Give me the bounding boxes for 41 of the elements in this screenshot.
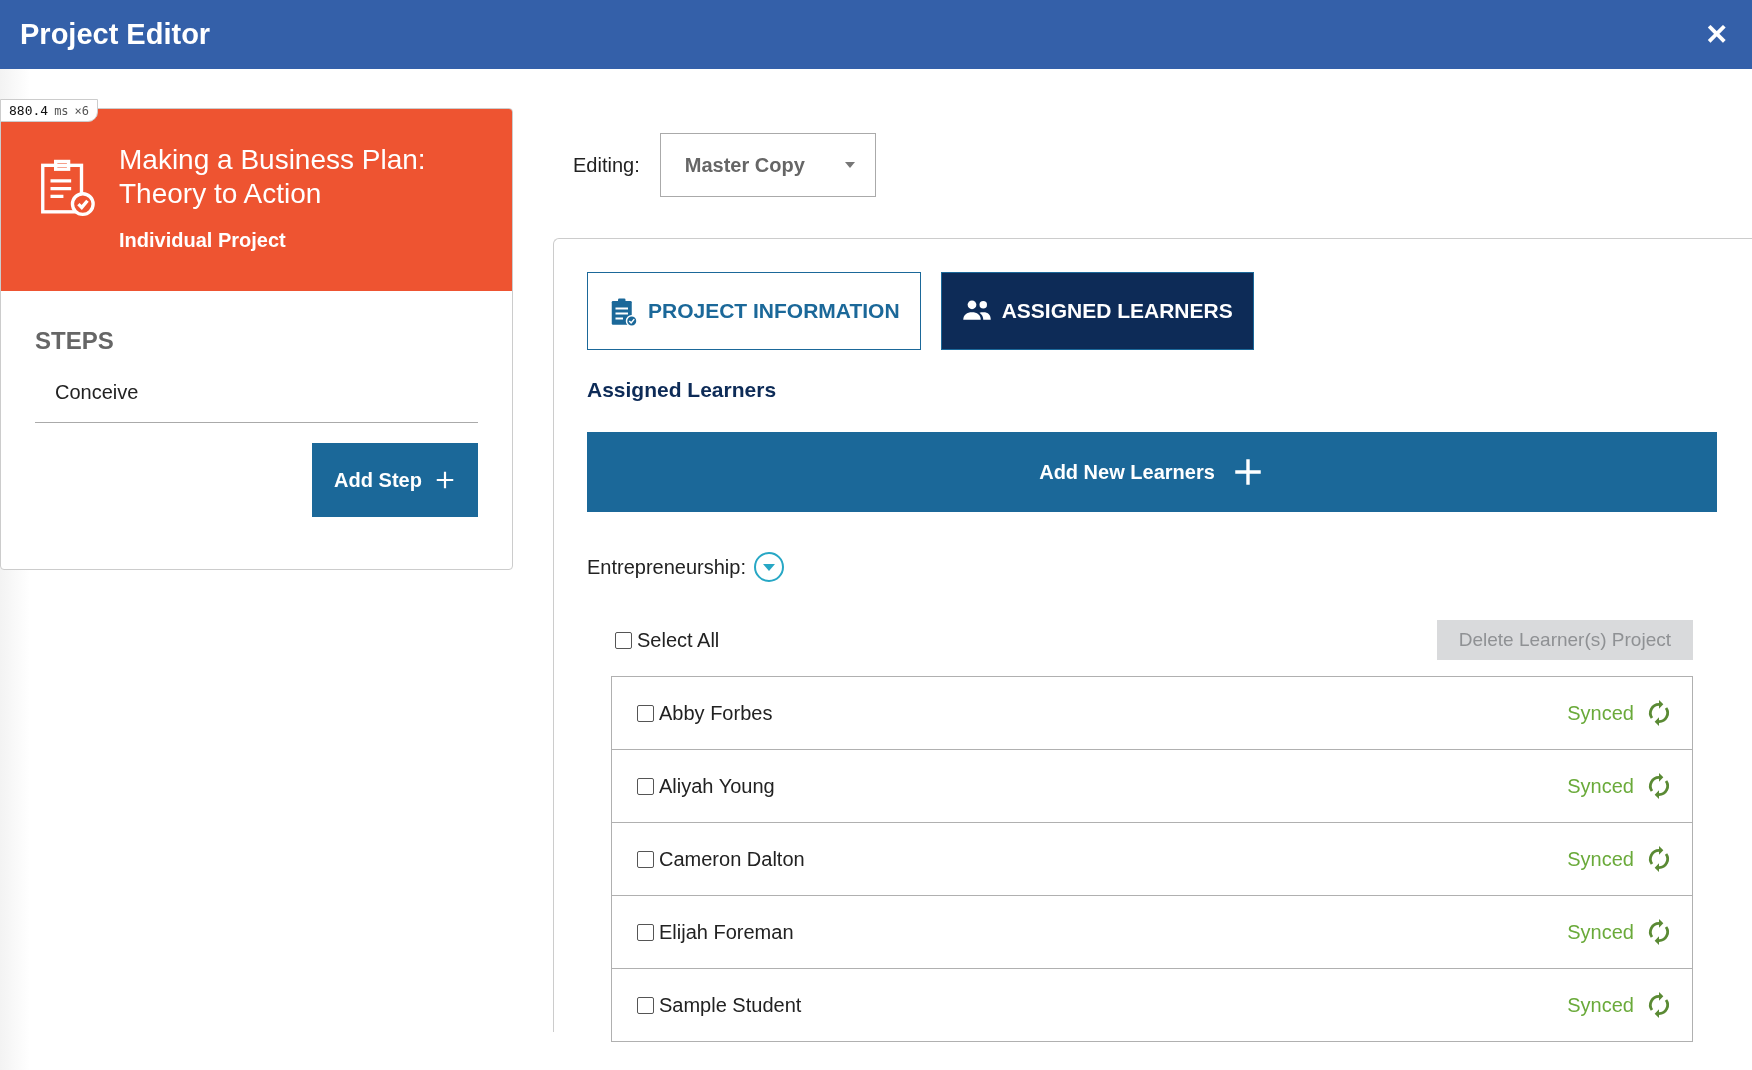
checkbox[interactable] (637, 850, 654, 868)
version-dropdown[interactable]: Master Copy (659, 133, 876, 197)
editing-label: Editing: (573, 153, 640, 177)
steps-heading: STEPS (35, 327, 115, 355)
select-all-label[interactable]: Select All (637, 628, 720, 652)
window-title: Project Editor (20, 18, 211, 51)
add-learners-button[interactable]: Add New Learners (587, 432, 1717, 512)
section-title: Assigned Learners (587, 378, 778, 402)
close-button[interactable]: ✕ (1701, 18, 1732, 51)
checkbox[interactable] (637, 996, 654, 1014)
sync-status: Synced (1567, 920, 1634, 944)
tab[interactable]: PROJECT INFORMATION (587, 272, 921, 350)
sync-status: Synced (1567, 847, 1634, 871)
learner-name: Cameron Dalton (659, 847, 805, 871)
timing-count: ×6 (74, 104, 90, 118)
sync-icon[interactable] (1646, 919, 1672, 945)
checkbox[interactable] (637, 923, 654, 941)
checkbox[interactable] (637, 704, 654, 722)
timing-value: 880.4 (9, 103, 49, 118)
step-item[interactable]: Conceive (35, 355, 478, 423)
caret-icon (844, 162, 855, 168)
learner-name: Abby Forbes (659, 701, 773, 725)
group-label: Entrepreneurship: (587, 555, 746, 579)
project-title: Making a Business Plan: Theory to Action (119, 143, 427, 211)
learner-name: Sample Student (659, 993, 802, 1017)
checkbox[interactable] (615, 631, 632, 649)
checkbox[interactable] (637, 777, 654, 795)
sync-status: Synced (1567, 701, 1634, 725)
sync-icon[interactable] (1646, 700, 1672, 726)
sync-status: Synced (1567, 993, 1634, 1017)
learner-name: Elijah Foreman (659, 920, 794, 944)
expand-toggle[interactable] (754, 552, 784, 582)
sync-icon[interactable] (1646, 846, 1672, 872)
learner-name: Aliyah Young (659, 774, 775, 798)
sync-icon[interactable] (1646, 992, 1672, 1018)
tab[interactable]: ASSIGNED LEARNERS (940, 272, 1254, 350)
sync-icon[interactable] (1646, 773, 1672, 799)
timing-unit: ms (54, 104, 69, 118)
sync-status: Synced (1567, 774, 1634, 798)
add-step-button[interactable]: Add Step (312, 443, 478, 517)
project-type: Individual Project (119, 229, 287, 252)
